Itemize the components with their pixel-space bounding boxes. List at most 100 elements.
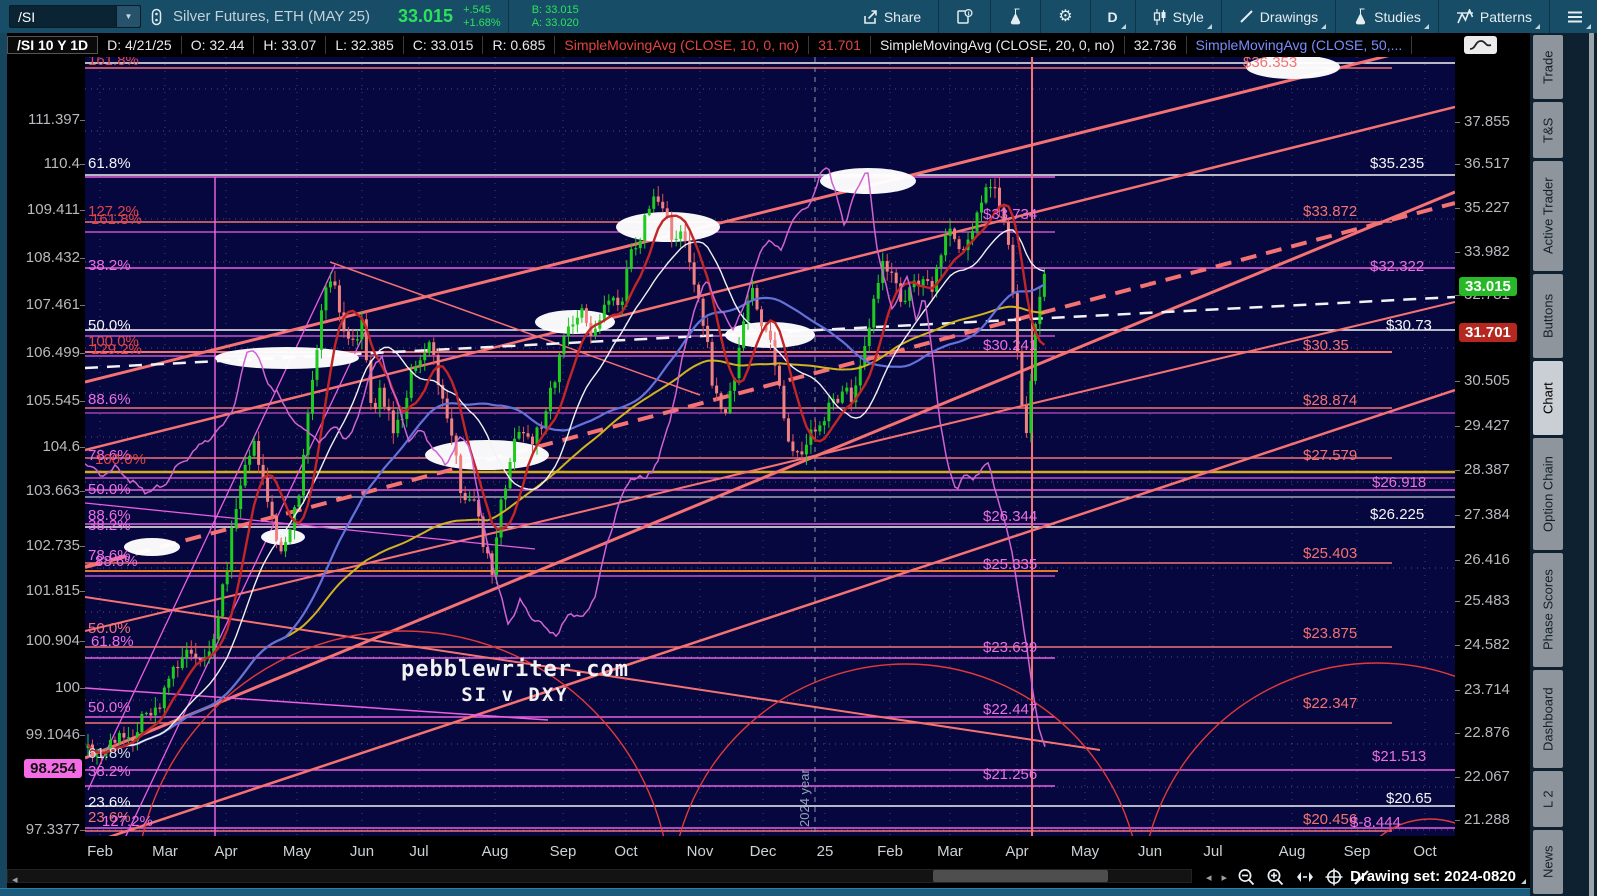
sidebar-tab-t-s[interactable]: T&S: [1533, 102, 1563, 158]
sidebar-tab-l-2[interactable]: L 2: [1533, 771, 1563, 827]
notes-button[interactable]: [946, 0, 983, 33]
left-axis-tick-label: 108.432: [25, 249, 80, 266]
chart-mode-button[interactable]: [1464, 36, 1497, 54]
header-high: H: 33.07: [254, 36, 327, 54]
sidebar-splitter[interactable]: [1589, 33, 1594, 896]
tick-mark: [80, 641, 85, 642]
pan-left-icon[interactable]: ◂: [1206, 871, 1212, 884]
grid: [85, 57, 1455, 836]
right-axis-tick-label: 22.067: [1464, 768, 1510, 785]
tick-mark: [1455, 645, 1460, 646]
timeframe-label: D: [1107, 8, 1118, 25]
sma-value-badge: 31.701: [1459, 323, 1517, 342]
instrument-description: Silver Futures, ETH (MAY 25): [173, 8, 370, 25]
tick-mark: [1455, 208, 1460, 209]
link-icon[interactable]: [149, 8, 163, 26]
chart-plot-area[interactable]: pebblewriter.com SI v DXY 2024 year 161.…: [85, 57, 1455, 836]
time-axis-month-label: Mar: [152, 843, 178, 860]
chart-panel: /SI 10 Y 1D D: 4/21/25 O: 32.44 H: 33.07…: [7, 33, 1530, 888]
left-axis-tick-label: 100.904: [25, 632, 80, 649]
drawings-label: Drawings: [1259, 8, 1319, 25]
scroll-left-icon[interactable]: ◂: [12, 873, 18, 886]
chart-symbol-timeframe[interactable]: /SI 10 Y 1D: [7, 36, 99, 54]
time-axis-month-label: Sep: [1343, 843, 1371, 860]
drawings-button[interactable]: Drawings: [1229, 0, 1328, 33]
fibonacci-arc: [678, 663, 1134, 836]
sma10-study-label[interactable]: SimpleMovingAvg (CLOSE, 10, 0, no): [555, 36, 810, 54]
gear-icon: ⚙: [1058, 7, 1073, 25]
pencil-icon: [1240, 10, 1253, 23]
tick-mark: [80, 401, 85, 402]
time-axis-month-label: Nov: [686, 843, 714, 860]
symbol-value: /SI: [18, 8, 36, 25]
tick-mark: [80, 447, 85, 448]
time-axis-month-label: Feb: [877, 843, 903, 860]
settings-button[interactable]: ⚙: [1048, 0, 1082, 33]
zoom-out-icon[interactable]: [1237, 868, 1256, 886]
tick-mark: [80, 735, 85, 736]
crosshair-icon[interactable]: [1325, 868, 1343, 886]
time-axis-month-label: Mar: [937, 843, 963, 860]
trend-line: [108, 388, 1455, 836]
toolbar-divider: [1437, 0, 1439, 33]
scrollbar-thumb[interactable]: [933, 870, 1108, 882]
chart-menu-button[interactable]: [1557, 0, 1593, 33]
right-axis-tick-label: 21.288: [1464, 811, 1510, 828]
style-button[interactable]: Style: [1143, 0, 1214, 33]
time-axis-month-label: Jul: [1203, 843, 1223, 860]
time-axis-month-label: Oct: [1413, 843, 1437, 860]
left-axis-tick-label: 106.499: [25, 344, 80, 361]
tick-mark: [80, 120, 85, 121]
left-price-axis[interactable]: 111.397 110.4 109.411 108.432 107.461 106.499…: [7, 57, 85, 838]
highlight-ellipse: [425, 440, 549, 470]
sma50-study-label[interactable]: SimpleMovingAvg (CLOSE, 50,...: [1187, 36, 1413, 54]
right-price-axis[interactable]: 37.85536.51735.22733.98232.78130.50529.4…: [1455, 57, 1530, 871]
tick-mark: [80, 591, 85, 592]
tick-mark: [1455, 122, 1460, 123]
studies-beaker-icon: [1356, 8, 1366, 25]
drawing-set-selector[interactable]: Drawing set: 2024-0820: [1350, 868, 1526, 885]
time-axis-month-label: Feb: [87, 843, 113, 860]
analyze-button[interactable]: [998, 0, 1033, 33]
tick-mark: [80, 164, 85, 165]
time-axis-month-label: Dec: [749, 843, 777, 860]
symbol-input[interactable]: /SI ▼: [9, 5, 141, 28]
line-chart-icon: [1469, 40, 1491, 50]
right-axis-tick-label: 28.387: [1464, 461, 1510, 478]
horizontal-scrollbar[interactable]: ◂: [7, 869, 1192, 886]
timeframe-button[interactable]: D: [1098, 0, 1128, 33]
sidebar-tab-column: Trade T&S Active Trader Buttons Chart Option …: [1533, 35, 1563, 896]
time-axis[interactable]: Feb Mar Apr May Jun Jul Aug Sep Oct Nov Dec 25 Feb Ma…: [7, 836, 1530, 866]
share-button[interactable]: Share: [852, 0, 931, 33]
tick-mark: [1455, 515, 1460, 516]
sma20-value: 32.736: [1125, 36, 1187, 54]
right-axis-tick-label: 29.427: [1464, 417, 1510, 434]
toolbar-divider: [990, 0, 992, 33]
tick-mark: [1455, 690, 1460, 691]
tick-mark: [1455, 820, 1460, 821]
tick-mark: [1455, 252, 1460, 253]
auto-scale-icon[interactable]: [1295, 870, 1315, 884]
bid-value: B: 33.015: [531, 3, 579, 16]
sidebar-tab-phase-scores[interactable]: Phase Scores: [1533, 553, 1563, 667]
time-axis-month-label: Jun: [1137, 843, 1163, 860]
zoom-in-icon[interactable]: [1266, 868, 1285, 886]
studies-button[interactable]: Studies: [1343, 0, 1431, 33]
left-axis-tick-label: 103.663: [25, 482, 80, 499]
sidebar-tab-buttons[interactable]: Buttons: [1533, 274, 1563, 358]
pan-right-icon[interactable]: ▸: [1221, 871, 1227, 884]
tick-mark: [80, 353, 85, 354]
symbol-dropdown-button[interactable]: ▼: [116, 6, 140, 27]
sidebar-tab-chart[interactable]: Chart: [1533, 361, 1563, 435]
tick-mark: [80, 546, 85, 547]
time-axis-month-label: Oct: [614, 843, 638, 860]
sma20-line: [87, 229, 1045, 754]
sidebar-tab-trade[interactable]: Trade: [1533, 35, 1563, 99]
sma20-study-label[interactable]: SimpleMovingAvg (CLOSE, 20, 0, no): [871, 36, 1125, 54]
sidebar-tab-dashboard[interactable]: Dashboard: [1533, 670, 1563, 768]
time-axis-month-label: May: [282, 843, 312, 860]
sidebar-tab-news[interactable]: News: [1533, 830, 1563, 894]
sidebar-tab-active-trader[interactable]: Active Trader: [1533, 161, 1563, 271]
sidebar-tab-option-chain[interactable]: Option Chain: [1533, 438, 1563, 550]
patterns-button[interactable]: Patterns: [1446, 0, 1542, 33]
